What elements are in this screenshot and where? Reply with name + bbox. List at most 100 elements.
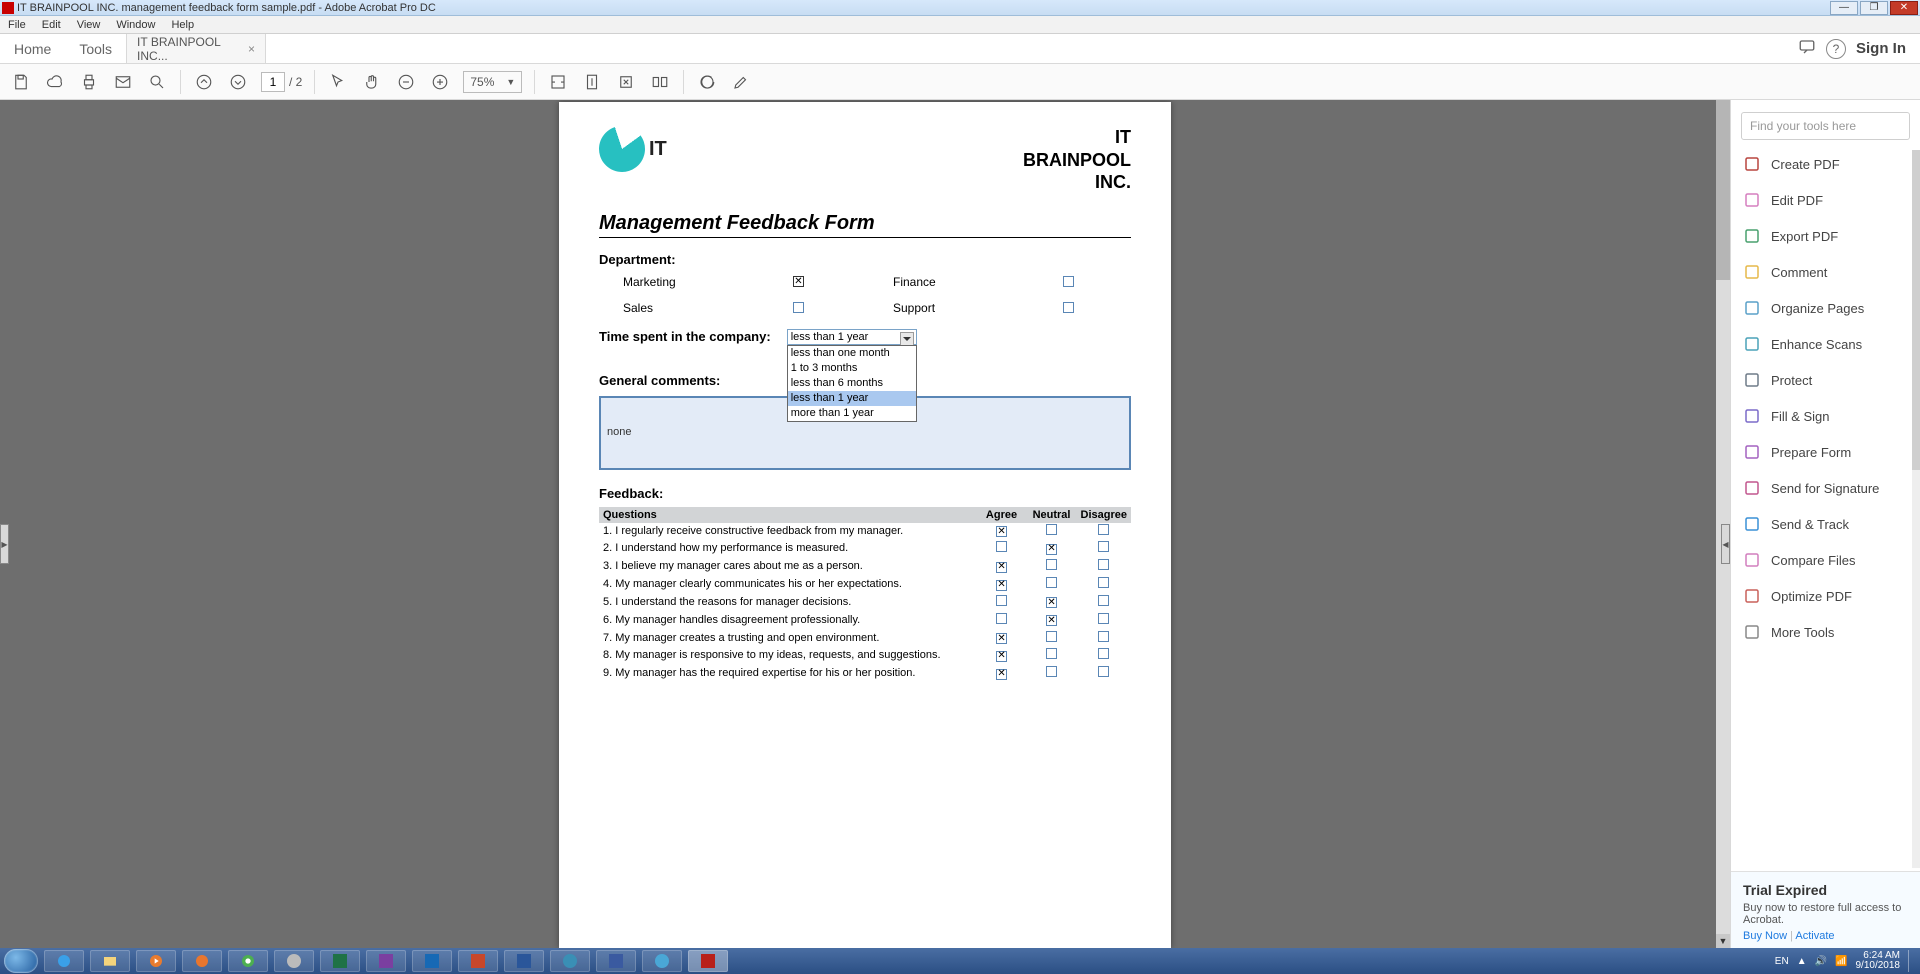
search-icon[interactable]: [146, 71, 168, 93]
fit-page-icon[interactable]: [581, 71, 603, 93]
minimize-button[interactable]: —: [1830, 1, 1858, 15]
select-tool-icon[interactable]: [327, 71, 349, 93]
tools-search-input[interactable]: Find your tools here: [1741, 112, 1910, 140]
zoom-out-icon[interactable]: [395, 71, 417, 93]
comment-icon[interactable]: [696, 71, 718, 93]
tool-item[interactable]: Protect: [1731, 362, 1920, 398]
fit-width-icon[interactable]: [547, 71, 569, 93]
time-spent-dropdown-list[interactable]: less than one month 1 to 3 months less t…: [787, 345, 917, 422]
rotate-icon[interactable]: [615, 71, 637, 93]
tools-pane-scrollbar[interactable]: [1912, 150, 1920, 868]
sign-in-link[interactable]: Sign In: [1856, 40, 1906, 57]
checkbox[interactable]: [996, 541, 1007, 552]
dept-sales-checkbox[interactable]: [793, 302, 804, 313]
tool-item[interactable]: Prepare Form: [1731, 434, 1920, 470]
checkbox[interactable]: [1046, 524, 1057, 535]
tool-item[interactable]: Organize Pages: [1731, 290, 1920, 326]
document-viewport[interactable]: ▶ IT IT BRAINPOOL INC. Management Feedba…: [0, 100, 1730, 948]
menu-file[interactable]: File: [0, 19, 34, 31]
show-desktop[interactable]: [1908, 950, 1916, 972]
taskbar-app1[interactable]: [274, 950, 314, 972]
checkbox[interactable]: [1098, 524, 1109, 535]
checkbox[interactable]: ✕: [1046, 544, 1057, 555]
tool-item[interactable]: Compare Files: [1731, 542, 1920, 578]
checkbox[interactable]: [1046, 648, 1057, 659]
checkbox[interactable]: [1098, 541, 1109, 552]
mail-icon[interactable]: [112, 71, 134, 93]
checkbox[interactable]: [1098, 631, 1109, 642]
tool-item[interactable]: Send & Track: [1731, 506, 1920, 542]
menu-view[interactable]: View: [69, 19, 109, 31]
maximize-button[interactable]: ❐: [1860, 1, 1888, 15]
checkbox[interactable]: [1098, 577, 1109, 588]
checkbox[interactable]: [1098, 648, 1109, 659]
checkbox[interactable]: ✕: [1046, 615, 1057, 626]
checkbox[interactable]: [1098, 595, 1109, 606]
checkbox[interactable]: [1046, 631, 1057, 642]
menu-help[interactable]: Help: [163, 19, 202, 31]
checkbox[interactable]: ✕: [996, 669, 1007, 680]
taskbar-acrobat[interactable]: [688, 950, 728, 972]
tab-close-icon[interactable]: ×: [248, 42, 255, 56]
cloud-icon[interactable]: [44, 71, 66, 93]
checkbox[interactable]: ✕: [996, 580, 1007, 591]
dept-finance-checkbox[interactable]: [1063, 276, 1074, 287]
chat-icon[interactable]: [1798, 38, 1816, 59]
taskbar-app3[interactable]: [642, 950, 682, 972]
menu-window[interactable]: Window: [108, 19, 163, 31]
checkbox[interactable]: ✕: [1046, 597, 1057, 608]
taskbar-app2[interactable]: [550, 950, 590, 972]
tool-item[interactable]: Comment: [1731, 254, 1920, 290]
scroll-thumb[interactable]: [1716, 100, 1730, 280]
tray-chevron-icon[interactable]: ▲: [1797, 956, 1807, 967]
tool-item[interactable]: Create PDF: [1731, 146, 1920, 182]
buy-now-link[interactable]: Buy Now: [1743, 930, 1787, 942]
dept-marketing-checkbox[interactable]: ✕: [793, 276, 804, 287]
tool-item[interactable]: Fill & Sign: [1731, 398, 1920, 434]
checkbox[interactable]: [1098, 666, 1109, 677]
page-down-icon[interactable]: [227, 71, 249, 93]
checkbox[interactable]: ✕: [996, 526, 1007, 537]
taskbar-onenote[interactable]: [366, 950, 406, 972]
menu-edit[interactable]: Edit: [34, 19, 69, 31]
print-icon[interactable]: [78, 71, 100, 93]
checkbox[interactable]: [1098, 559, 1109, 570]
highlight-icon[interactable]: [730, 71, 752, 93]
tool-item[interactable]: Optimize PDF: [1731, 578, 1920, 614]
time-option[interactable]: less than one month: [788, 346, 916, 361]
start-button[interactable]: [4, 949, 38, 973]
help-icon[interactable]: ?: [1826, 39, 1846, 59]
taskbar-excel[interactable]: [320, 950, 360, 972]
tool-item[interactable]: Enhance Scans: [1731, 326, 1920, 362]
checkbox[interactable]: ✕: [996, 562, 1007, 573]
checkbox[interactable]: [1046, 666, 1057, 677]
taskbar-ie[interactable]: [44, 950, 84, 972]
tray-volume-icon[interactable]: 🔊: [1815, 956, 1827, 967]
checkbox[interactable]: [1098, 613, 1109, 624]
time-spent-dropdown[interactable]: less than 1 year: [787, 329, 917, 345]
taskbar-visio[interactable]: [596, 950, 636, 972]
dept-support-checkbox[interactable]: [1063, 302, 1074, 313]
tool-item[interactable]: Edit PDF: [1731, 182, 1920, 218]
checkbox[interactable]: ✕: [996, 633, 1007, 644]
tool-item[interactable]: Export PDF: [1731, 218, 1920, 254]
taskbar-word[interactable]: [504, 950, 544, 972]
activate-link[interactable]: Activate: [1795, 930, 1834, 942]
tool-item[interactable]: Send for Signature: [1731, 470, 1920, 506]
tray-lang[interactable]: EN: [1775, 956, 1789, 967]
close-button[interactable]: ✕: [1890, 1, 1918, 15]
checkbox[interactable]: [1046, 577, 1057, 588]
left-panel-toggle[interactable]: ▶: [0, 524, 9, 564]
nav-home[interactable]: Home: [0, 34, 65, 63]
tray-network-icon[interactable]: 📶: [1835, 956, 1847, 967]
read-mode-icon[interactable]: [649, 71, 671, 93]
taskbar-outlook[interactable]: [412, 950, 452, 972]
time-option[interactable]: more than 1 year: [788, 406, 916, 421]
hand-tool-icon[interactable]: [361, 71, 383, 93]
right-panel-toggle[interactable]: ◀: [1721, 524, 1730, 564]
page-number-input[interactable]: [261, 72, 285, 92]
taskbar-firefox[interactable]: [182, 950, 222, 972]
checkbox[interactable]: [996, 613, 1007, 624]
zoom-in-icon[interactable]: [429, 71, 451, 93]
page-up-icon[interactable]: [193, 71, 215, 93]
